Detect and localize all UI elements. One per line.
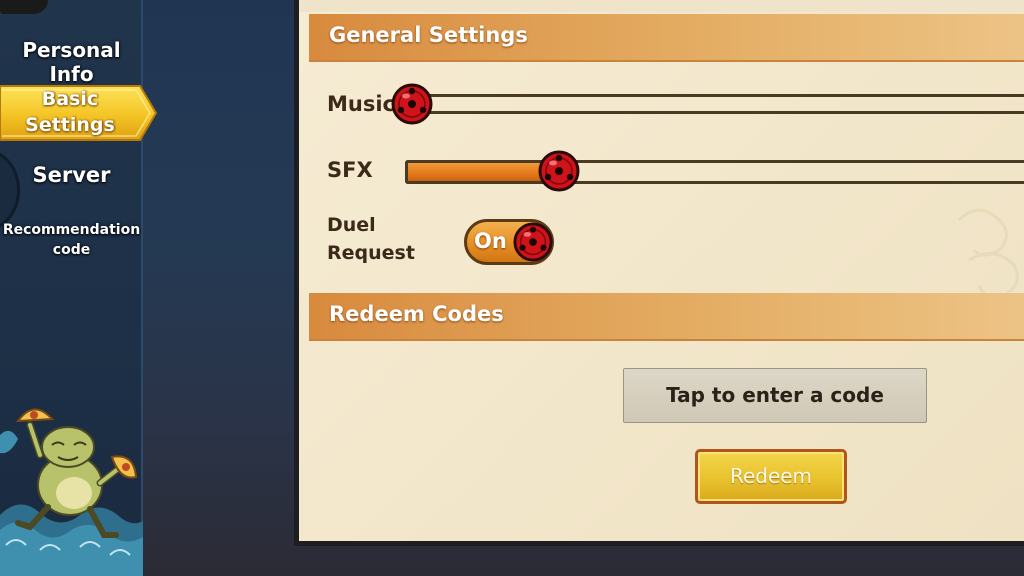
decorative-ring [0,150,20,230]
redeem-codes-header: Redeem Codes [309,293,1024,339]
duel-request-toggle[interactable]: On [464,219,554,265]
panel-top-edge [299,0,1024,12]
sidebar-item-server[interactable]: Server [0,163,143,187]
sidebar-item-label: Recommendation [2,222,141,238]
music-label: Music [327,92,395,116]
sfx-slider[interactable] [405,160,1024,184]
duel-label-line: Duel [327,214,376,236]
sidebar-item-recommendation-code[interactable]: Recommendation code [0,220,143,260]
general-settings-header: General Settings [309,14,1024,60]
sidebar-item-label: Settings [25,114,115,136]
section-title: General Settings [329,23,528,47]
decorative-ink-blot [0,0,48,14]
section-title: Redeem Codes [329,302,504,326]
music-slider[interactable] [409,94,1024,114]
settings-panel: General Settings Music SFX Duel Request … [294,0,1024,546]
redeem-button[interactable]: Redeem [695,449,847,504]
sidebar-item-label: Basic [41,88,99,110]
duel-label-line: Request [327,242,415,264]
redeem-code-input[interactable]: Tap to enter a code [623,368,927,423]
frog-character-icon [0,408,143,576]
cloud-pattern-icon [957,208,1019,298]
sfx-slider-knob-icon[interactable] [538,150,580,192]
sidebar-item-label: code [52,242,91,258]
toggle-state-text: On [474,229,507,253]
music-slider-knob-icon[interactable] [391,83,433,125]
sidebar: Personal Info Basic Settings Server Reco… [0,0,158,576]
duel-request-label: Duel Request [327,211,415,267]
sidebar-item-personal-info[interactable]: Personal Info [0,38,143,86]
sfx-label: SFX [327,158,373,182]
toggle-knob-icon [513,222,553,262]
sidebar-item-basic-settings[interactable]: Basic Settings [0,84,158,142]
